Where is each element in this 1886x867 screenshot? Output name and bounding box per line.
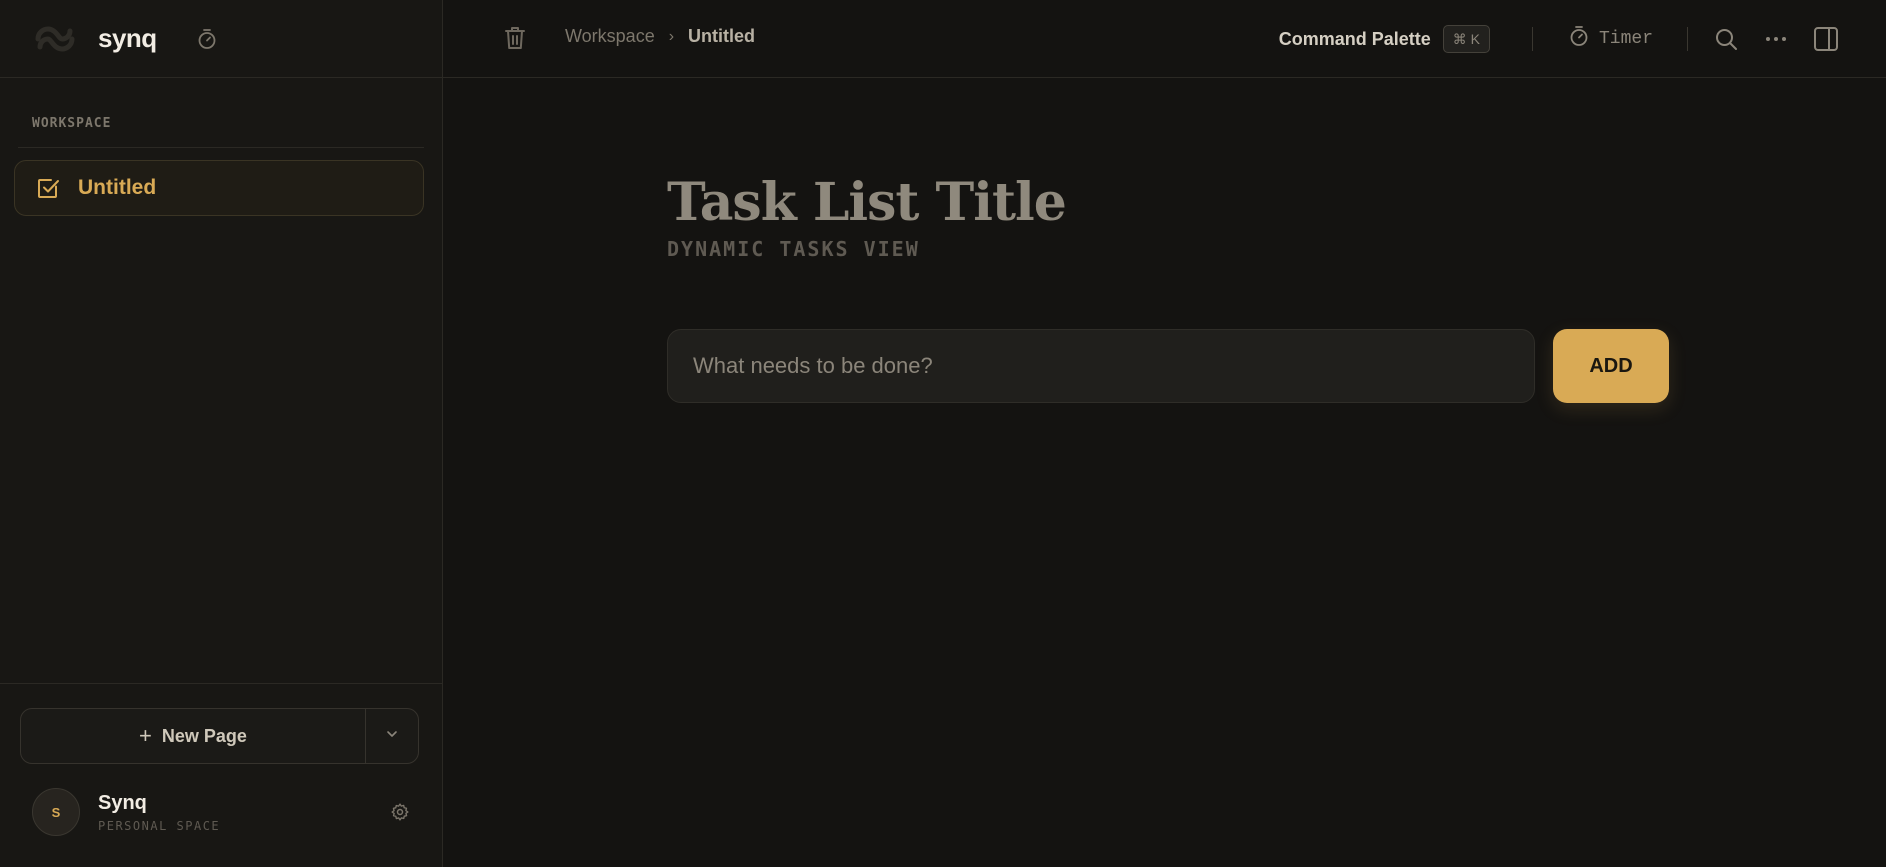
search-icon[interactable] [1712, 25, 1740, 53]
plus-icon: + [139, 723, 152, 748]
divider [1687, 27, 1688, 51]
breadcrumb-separator-icon: › [668, 27, 675, 45]
sidebar-footer: + New Page S Synq PERSONAL SPACE [0, 683, 442, 867]
user-subtitle: PERSONAL SPACE [98, 818, 221, 833]
topbar: Workspace › Untitled Command Palette ⌘ K [443, 0, 1886, 78]
breadcrumb: Workspace › Untitled [565, 26, 755, 47]
logo-icon [32, 22, 78, 56]
new-page-dropdown-button[interactable] [366, 709, 418, 763]
topbar-tools: Command Palette ⌘ K Timer [1279, 0, 1886, 78]
more-icon[interactable] [1762, 25, 1790, 53]
page-title[interactable]: Task List Title [667, 172, 1677, 233]
trash-icon[interactable] [501, 24, 529, 52]
checkbox-icon [35, 175, 61, 201]
command-palette-label: Command Palette [1278, 28, 1431, 49]
user-profile[interactable]: S Synq PERSONAL SPACE [32, 788, 412, 836]
user-name: Synq [98, 791, 147, 814]
stopwatch-icon[interactable] [195, 27, 219, 51]
task-input[interactable] [667, 329, 1535, 403]
section-label-workspace: WORKSPACE [32, 116, 112, 131]
add-button[interactable]: ADD [1553, 329, 1669, 403]
brand-name: synq [98, 23, 157, 53]
user-text: Synq PERSONAL SPACE [98, 792, 220, 833]
page-subtitle: DYNAMIC TASKS VIEW [667, 237, 920, 261]
add-task-row: ADD [667, 329, 1677, 403]
sidebar-toggle-icon[interactable] [1812, 25, 1840, 53]
stopwatch-icon [1569, 25, 1589, 53]
shortcut-badge: ⌘ K [1442, 25, 1490, 53]
section-divider [18, 147, 424, 148]
chevron-down-icon [385, 727, 399, 746]
breadcrumb-workspace[interactable]: Workspace [565, 26, 655, 47]
sidebar-header: synq [0, 0, 442, 78]
main-area: Workspace › Untitled Command Palette ⌘ K [443, 0, 1886, 867]
sidebar: synq WORKSPACE Untitled + New Page S Syn… [0, 0, 443, 867]
divider [1531, 27, 1533, 51]
task-list-content: Task List Title DYNAMIC TASKS VIEW ADD [667, 172, 1677, 403]
gear-icon[interactable] [388, 800, 412, 824]
timer-label: Timer [1598, 29, 1653, 49]
breadcrumb-current: Untitled [688, 26, 756, 46]
new-page-split-button: + New Page [20, 708, 419, 764]
sidebar-item-label: Untitled [78, 176, 157, 199]
new-page-button[interactable]: + New Page [21, 709, 366, 763]
avatar: S [32, 788, 80, 836]
timer-button[interactable]: Timer [1569, 25, 1653, 53]
new-page-label: New Page [161, 725, 247, 746]
command-palette-button[interactable]: Command Palette ⌘ K [1279, 25, 1490, 53]
sidebar-item-untitled[interactable]: Untitled [14, 160, 424, 216]
app-root: synq WORKSPACE Untitled + New Page S Syn… [0, 0, 1886, 867]
